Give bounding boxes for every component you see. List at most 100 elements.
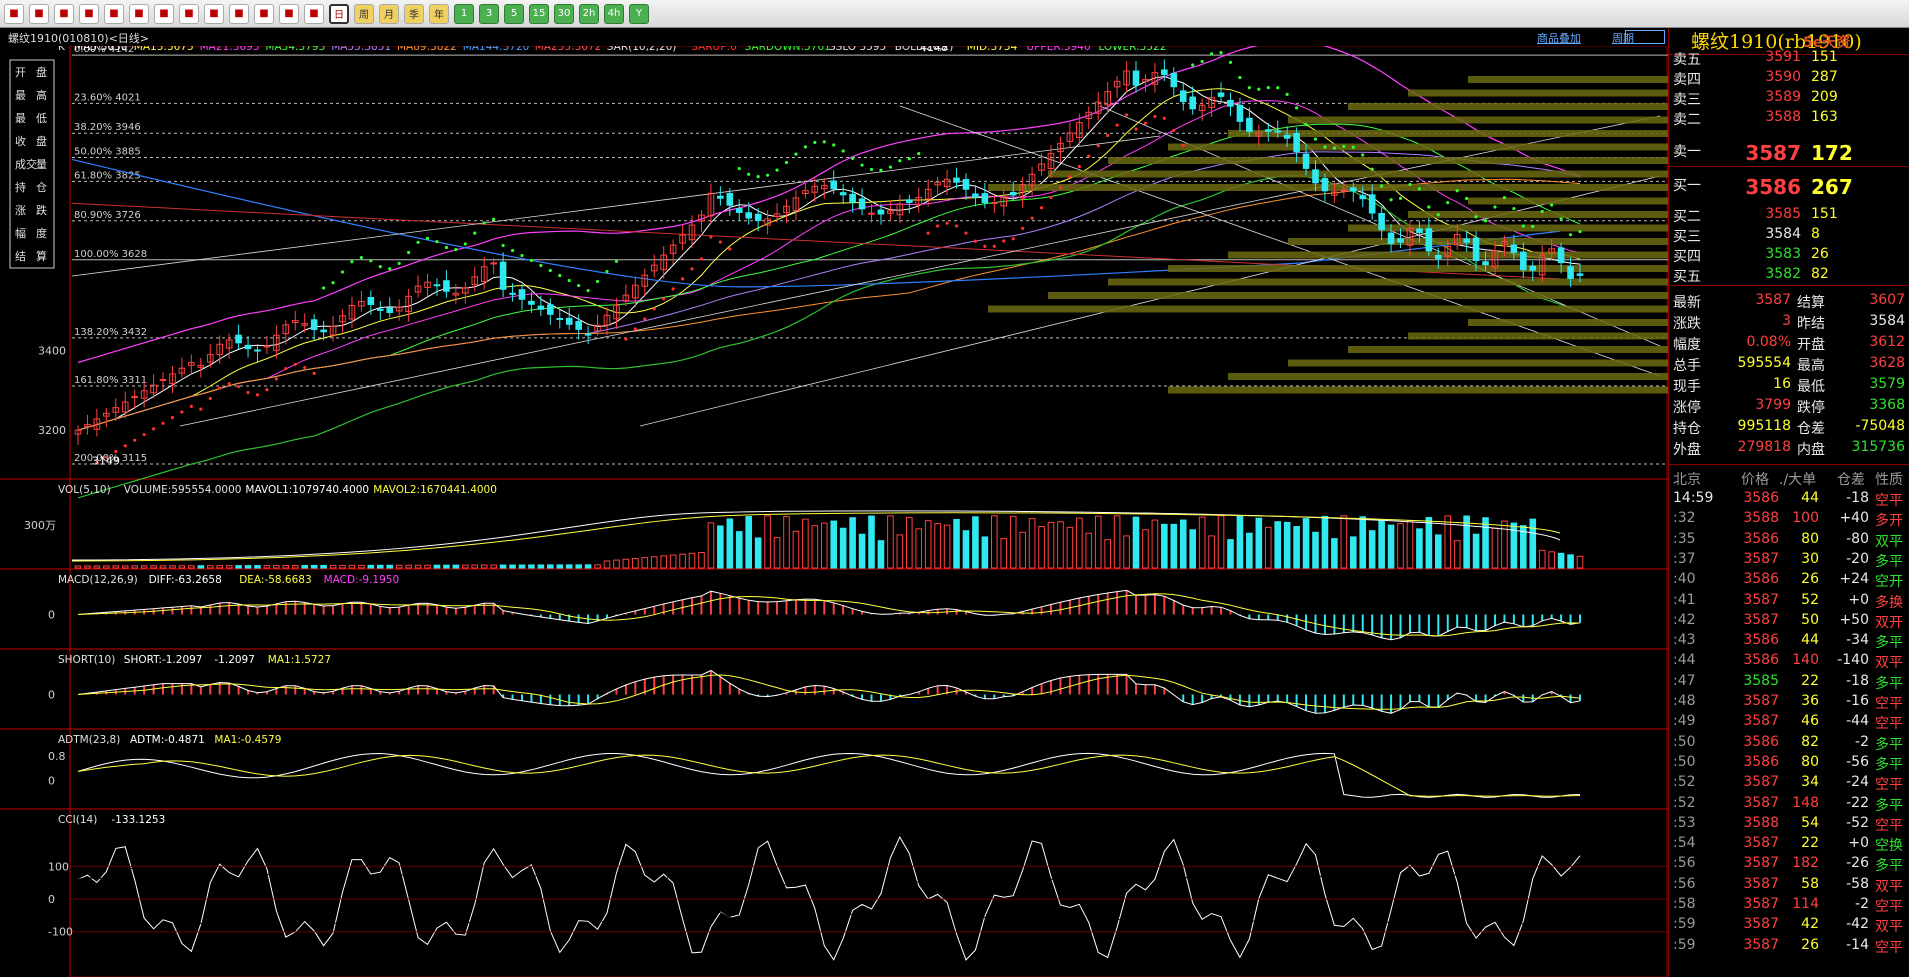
candle-body[interactable] (1236, 104, 1244, 122)
volume-bar[interactable] (254, 565, 261, 569)
candle-body[interactable] (1387, 232, 1395, 244)
volume-bar[interactable] (726, 518, 734, 569)
candle-body[interactable] (376, 308, 384, 311)
volume-bar[interactable] (1236, 515, 1244, 569)
candle-body[interactable] (1349, 187, 1357, 192)
volume-bar[interactable] (140, 565, 148, 569)
candle-body[interactable] (849, 193, 856, 203)
volume-bar[interactable] (121, 565, 129, 569)
volume-bar[interactable] (1368, 530, 1376, 569)
candle-body[interactable] (509, 292, 516, 295)
volume-bar[interactable] (1264, 526, 1272, 569)
candle-body[interactable] (1340, 189, 1348, 192)
volume-bar[interactable] (291, 564, 299, 569)
candle-body[interactable] (1161, 69, 1168, 75)
volume-bar[interactable] (216, 565, 223, 569)
volume-bar[interactable] (1548, 551, 1555, 569)
candle-body[interactable] (1472, 237, 1480, 262)
volume-bar[interactable] (178, 565, 186, 569)
volume-bar[interactable] (943, 524, 951, 569)
daily-icon[interactable]: 日 (329, 3, 349, 24)
4h-icon[interactable]: 4h (604, 3, 624, 24)
volume-bar[interactable] (282, 565, 290, 569)
volume-bar[interactable] (244, 565, 252, 569)
candle-body[interactable] (1576, 273, 1584, 276)
candle-body[interactable] (320, 329, 327, 333)
candle-body[interactable] (905, 199, 913, 204)
candle-body[interactable] (868, 212, 875, 215)
candle-body[interactable] (367, 297, 375, 306)
refresh-icon[interactable]: ■ (79, 3, 99, 24)
candle-body[interactable] (972, 193, 979, 198)
volume-bar[interactable] (1567, 554, 1574, 569)
volume-bar[interactable] (830, 520, 838, 569)
candle-body[interactable] (726, 192, 734, 206)
volume-bar[interactable] (1227, 539, 1234, 569)
candle-body[interactable] (1264, 129, 1272, 132)
volume-bar[interactable] (1104, 539, 1111, 569)
volume-bar[interactable] (698, 551, 705, 569)
candle-body[interactable] (830, 180, 838, 190)
volume-bar[interactable] (1406, 520, 1414, 569)
volume-bar[interactable] (547, 564, 554, 569)
volume-bar[interactable] (1529, 518, 1537, 569)
volume-bar[interactable] (1179, 519, 1187, 569)
volume-bar[interactable] (320, 564, 327, 569)
volume-bar[interactable] (820, 522, 828, 569)
volume-bar[interactable] (622, 558, 630, 569)
volume-bar[interactable] (169, 565, 176, 569)
volume-bar[interactable] (707, 522, 715, 569)
volume-bar[interactable] (1019, 531, 1026, 569)
volume-bar[interactable] (1198, 516, 1206, 569)
candle-body[interactable] (991, 202, 998, 205)
volume-bar[interactable] (1463, 515, 1470, 569)
volume-bar[interactable] (1047, 521, 1055, 569)
volume-bar[interactable] (1416, 528, 1423, 569)
volume-bar[interactable] (839, 527, 847, 569)
volume-bar[interactable] (754, 537, 762, 569)
volume-bar[interactable] (565, 564, 573, 569)
volume-bar[interactable] (1283, 521, 1291, 569)
volume-bar[interactable] (1557, 552, 1565, 569)
volume-bar[interactable] (1217, 515, 1225, 569)
volume-bar[interactable] (339, 564, 346, 569)
candle-body[interactable] (1132, 70, 1140, 86)
volume-bar[interactable] (424, 564, 431, 569)
volume-bar[interactable] (934, 523, 941, 569)
volume-bar[interactable] (688, 552, 696, 569)
candle-body[interactable] (1302, 153, 1310, 169)
candle-body[interactable] (1463, 238, 1470, 243)
volume-bar[interactable] (1000, 538, 1008, 569)
volume-bar[interactable] (197, 565, 205, 569)
volume-bar[interactable] (924, 520, 932, 569)
volume-bar[interactable] (93, 565, 101, 569)
volume-bar[interactable] (1151, 519, 1159, 569)
candle-body[interactable] (1009, 191, 1017, 196)
candle-body[interactable] (386, 307, 394, 314)
volume-bar[interactable] (518, 564, 526, 569)
candle-body[interactable] (754, 213, 762, 221)
candle-body[interactable] (1359, 195, 1367, 200)
monthly-icon[interactable]: 月 (379, 3, 399, 24)
volume-bar[interactable] (443, 564, 450, 569)
candle-body[interactable] (1274, 130, 1282, 133)
filter-icon[interactable]: ■ (229, 3, 249, 24)
volume-bar[interactable] (1321, 515, 1329, 569)
volume-bar[interactable] (575, 564, 582, 569)
volume-bar[interactable] (74, 565, 82, 569)
volume-bar[interactable] (660, 555, 667, 569)
volume-bar[interactable] (1255, 517, 1263, 569)
volume-bar[interactable] (367, 564, 375, 569)
volume-bar[interactable] (1359, 516, 1367, 569)
candle-body[interactable] (565, 317, 573, 325)
candle-body[interactable] (244, 344, 252, 350)
volume-bar[interactable] (348, 564, 356, 569)
volume-bar[interactable] (556, 564, 564, 569)
volume-bar[interactable] (679, 553, 686, 569)
candle-body[interactable] (1378, 212, 1385, 231)
volume-bar[interactable] (1472, 533, 1480, 569)
volume-bar[interactable] (509, 564, 516, 569)
volume-bar[interactable] (452, 564, 460, 569)
candle-body[interactable] (745, 212, 753, 219)
back-icon[interactable]: ■ (29, 3, 49, 24)
